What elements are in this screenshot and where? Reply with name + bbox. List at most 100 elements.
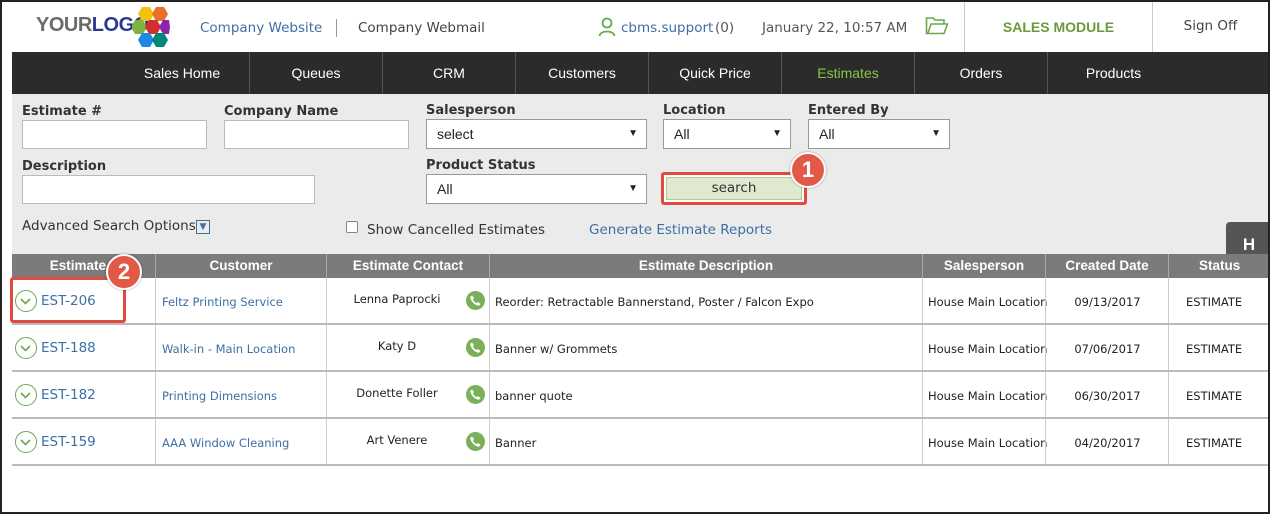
expand-icon[interactable]: ▼ [196,220,210,234]
logo[interactable]: YOURLOGO [36,6,171,48]
column-header-description[interactable]: Estimate Description [489,254,922,278]
table-row[interactable]: EST-182 Printing Dimensions Donette Foll… [12,372,1268,419]
description-cell: Banner [489,419,922,464]
estimate-cell: EST-182 [12,372,155,417]
customer-link[interactable]: Walk-in - Main Location [162,342,295,356]
nav-item-products[interactable]: Products [1047,52,1179,94]
customer-link[interactable]: Feltz Printing Service [162,295,283,309]
contact-cell: Lenna Paprocki [326,278,489,323]
status-cell: ESTIMATE [1168,419,1268,464]
chevron-down-circle-icon[interactable] [15,431,37,453]
phone-icon[interactable] [466,432,485,451]
location-select[interactable]: All ▼ [663,119,791,149]
salesperson-cell: House Main Location [922,372,1048,417]
estimate-number-link[interactable]: EST-188 [41,340,96,356]
customer-link[interactable]: Printing Dimensions [162,389,277,403]
description-input[interactable] [22,175,315,204]
search-button-label: search [666,177,802,200]
phone-icon[interactable] [466,291,485,310]
estimate-cell: EST-188 [12,325,155,370]
chevron-down-circle-icon[interactable] [15,384,37,406]
customer-cell: AAA Window Cleaning [155,419,326,464]
show-cancelled-checkbox[interactable] [346,221,358,233]
customer-link[interactable]: AAA Window Cleaning [162,436,289,450]
nav-item-quick-price[interactable]: Quick Price [648,52,781,94]
salesperson-value: House Main Location [928,389,1048,403]
product-status-selected-value: All [437,181,453,197]
estimate-number-label: Estimate # [22,104,103,119]
salesperson-selected-value: select [437,126,474,142]
sign-off-button[interactable]: Sign Off [1153,2,1268,52]
nav-item-orders[interactable]: Orders [914,52,1047,94]
status-value: ESTIMATE [1186,389,1243,403]
callout-badge-1: 1 [790,152,826,188]
column-header-contact[interactable]: Estimate Contact [326,254,489,278]
nav-item-customers[interactable]: Customers [515,52,648,94]
table-row[interactable]: EST-159 AAA Window Cleaning Art Venere B… [12,419,1268,466]
entered-by-selected-value: All [819,126,835,142]
status-cell: ESTIMATE [1168,372,1268,417]
column-header-customer[interactable]: Customer [155,254,326,278]
main-nav: Sales Home Queues CRM Customers Quick Pr… [12,52,1268,94]
user-account-link[interactable]: cbms.support [621,20,713,36]
company-name-input[interactable] [224,120,409,149]
contact-cell: Katy D [326,325,489,370]
product-status-label: Product Status [426,158,536,173]
created-date-value: 07/06/2017 [1074,342,1141,356]
sales-module-label[interactable]: SALES MODULE [965,2,1152,52]
estimate-number-link[interactable]: EST-182 [41,387,96,403]
highlight-box [10,277,126,323]
top-header: YOURLOGO Company Website Company Webmail… [2,2,1268,52]
created-date-cell: 07/06/2017 [1045,325,1168,370]
estimate-description: Banner w/ Grommets [495,342,618,356]
description-cell: Reorder: Retractable Bannerstand, Poster… [489,278,922,323]
salesperson-select[interactable]: select ▼ [426,119,647,149]
folder-icon[interactable] [925,16,949,36]
salesperson-cell: House Main Location [922,278,1048,323]
notification-count: (0) [715,20,735,36]
table-row[interactable]: EST-188 Walk-in - Main Location Katy D B… [12,325,1268,372]
chevron-down-icon: ▼ [772,128,782,139]
nav-item-queues[interactable]: Queues [249,52,382,94]
created-date-cell: 06/30/2017 [1045,372,1168,417]
column-header-status[interactable]: Status [1168,254,1268,278]
company-website-link[interactable]: Company Website [200,20,322,36]
contact-name: Lenna Paprocki [353,292,441,306]
status-cell: ESTIMATE [1168,278,1268,323]
location-label: Location [663,103,726,118]
location-selected-value: All [674,126,690,142]
estimate-number-input[interactable] [22,120,207,149]
phone-icon[interactable] [466,338,485,357]
table-row[interactable]: EST-206 Feltz Printing Service Lenna Pap… [12,278,1268,325]
estimate-number-link[interactable]: EST-159 [41,434,96,450]
nav-item-sales-home[interactable]: Sales Home [115,52,249,94]
created-date-value: 04/20/2017 [1074,436,1141,450]
chevron-down-icon: ▼ [628,128,638,139]
product-status-select[interactable]: All ▼ [426,174,647,204]
company-webmail-link[interactable]: Company Webmail [358,20,485,36]
chevron-down-circle-icon[interactable] [15,337,37,359]
help-letter: H [1242,235,1256,254]
app-window: YOURLOGO Company Website Company Webmail… [0,0,1270,514]
column-header-salesperson[interactable]: Salesperson [922,254,1045,278]
divider [336,19,337,37]
description-label: Description [22,159,107,174]
column-header-created-date[interactable]: Created Date [1045,254,1168,278]
status-value: ESTIMATE [1186,342,1243,356]
nav-item-crm[interactable]: CRM [382,52,515,94]
estimate-description: banner quote [495,389,573,403]
phone-icon[interactable] [466,385,485,404]
advanced-search-options-link[interactable]: Advanced Search Options [22,218,196,234]
nav-item-estimates[interactable]: Estimates [781,52,914,94]
status-value: ESTIMATE [1186,295,1243,309]
salesperson-value: House Main Location [928,295,1048,309]
entered-by-select[interactable]: All ▼ [808,119,950,149]
search-button[interactable]: search [661,172,807,205]
generate-estimate-reports-link[interactable]: Generate Estimate Reports [589,222,772,238]
salesperson-value: House Main Location [928,436,1048,450]
chevron-down-icon: ▼ [628,183,638,194]
contact-name: Art Venere [366,433,428,447]
status-value: ESTIMATE [1186,436,1243,450]
estimate-description: Reorder: Retractable Bannerstand, Poster… [495,295,814,309]
customer-cell: Printing Dimensions [155,372,326,417]
